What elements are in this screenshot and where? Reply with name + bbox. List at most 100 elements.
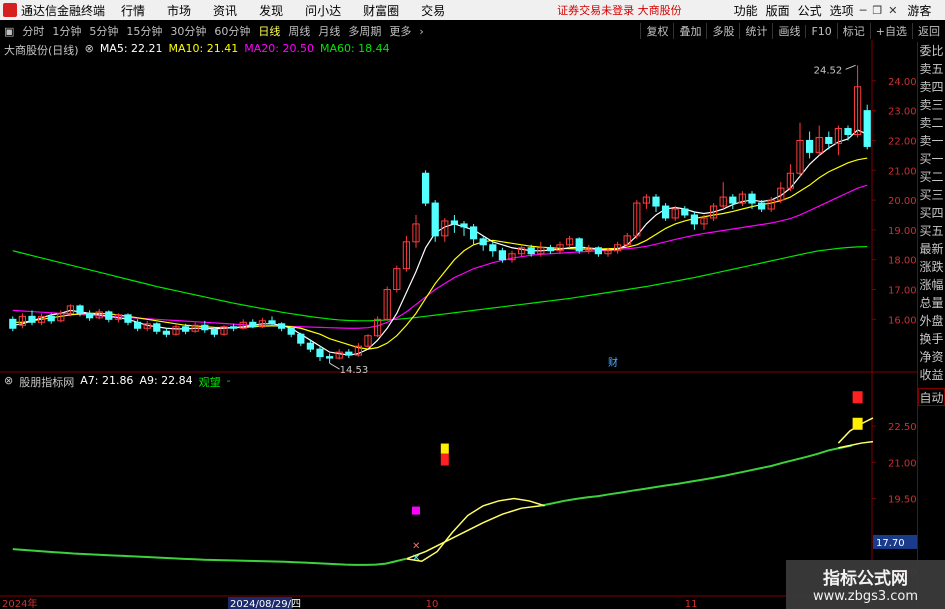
candle bbox=[18, 313, 27, 329]
period-intraday[interactable]: 分时 bbox=[22, 23, 44, 39]
signal-magenta-block bbox=[412, 506, 420, 515]
period-1min[interactable]: 1分钟 bbox=[52, 23, 81, 39]
app-title: 通达信金融终端 bbox=[21, 3, 106, 18]
low-pointer bbox=[329, 362, 340, 370]
menu-news[interactable]: 资讯 bbox=[213, 2, 237, 19]
sub-legend-tail: - bbox=[226, 374, 231, 387]
candle-body bbox=[729, 196, 737, 204]
quote-field-label: 买一 bbox=[919, 152, 944, 166]
period-daily[interactable]: 日线 bbox=[258, 23, 280, 39]
menu-trade[interactable]: 交易 bbox=[421, 2, 445, 19]
candle bbox=[796, 122, 804, 177]
candle-body bbox=[287, 327, 295, 335]
candle bbox=[489, 241, 497, 257]
candle-body bbox=[825, 136, 833, 144]
candle bbox=[124, 313, 132, 326]
candle bbox=[229, 323, 238, 332]
menu-ask[interactable]: 问小达 bbox=[305, 2, 341, 19]
quote-field-label: 买四 bbox=[919, 206, 944, 220]
menu-quotes[interactable]: 行情 bbox=[121, 2, 145, 19]
minimize-icon[interactable]: ─ bbox=[860, 4, 867, 17]
more-chevron-icon[interactable]: › bbox=[419, 25, 423, 38]
restore-icon[interactable]: ❐ bbox=[872, 4, 882, 17]
candle bbox=[258, 317, 267, 329]
quote-field-label: 最新 bbox=[919, 242, 944, 256]
legend-toggle-icon[interactable]: ⊗ bbox=[85, 42, 94, 58]
date-month-10: 10 bbox=[426, 599, 439, 609]
candle-body bbox=[325, 356, 334, 359]
auto-button[interactable]: 自动 bbox=[918, 388, 945, 406]
login-notice[interactable]: 证券交易未登录 大商股份 bbox=[557, 2, 682, 18]
menu-formula[interactable]: 公式 bbox=[798, 2, 822, 19]
candle bbox=[508, 250, 516, 263]
price-axis-labels: 16.00 17.00 18.00 19.00 20.00 21.00 22.00 23.00… bbox=[872, 77, 917, 326]
candle-body bbox=[124, 314, 132, 323]
btn-overlay[interactable]: 叠加 bbox=[673, 23, 706, 39]
sub-indicator-name[interactable]: 股朋指标网 bbox=[19, 374, 74, 390]
candle-body bbox=[469, 226, 478, 240]
kline-chart-svg[interactable]: 16.00 17.00 18.00 19.00 20.00 21.00 22.00 23.00… bbox=[0, 40, 917, 609]
candle-body bbox=[249, 321, 257, 328]
candle bbox=[364, 334, 372, 348]
legend-ma5: MA5: 22.21 bbox=[99, 42, 163, 55]
candle bbox=[421, 170, 430, 207]
candle bbox=[450, 214, 459, 233]
period-weekly[interactable]: 周线 bbox=[288, 23, 310, 39]
btn-draw[interactable]: 画线 bbox=[772, 23, 805, 39]
menu-wealth[interactable]: 财富圈 bbox=[363, 2, 399, 19]
quote-field-list: 委比 卖五 卖四 卖三 卖二 卖一 买一 买二 买三 买四 买五 最新 涨跌 涨幅 总量 外盘 换手 净资 收益 bbox=[918, 42, 945, 384]
sub-green-line bbox=[12, 548, 407, 566]
btn-back[interactable]: 返回 bbox=[912, 23, 945, 39]
candle-body bbox=[162, 330, 171, 335]
candle-body bbox=[546, 247, 555, 252]
period-30min[interactable]: 30分钟 bbox=[170, 23, 206, 39]
price-tick-label: 21.00 bbox=[888, 166, 917, 177]
price-tick-label: 16.00 bbox=[888, 315, 917, 326]
low-price-label: 14.53 bbox=[340, 365, 369, 376]
menu-options[interactable]: 选项 bbox=[830, 2, 854, 19]
btn-add-watchlist[interactable]: +自选 bbox=[869, 23, 912, 39]
candle bbox=[479, 235, 487, 251]
sub-tick-label: 19.50 bbox=[888, 495, 917, 506]
menu-function[interactable]: 功能 bbox=[734, 2, 758, 19]
candle-body bbox=[297, 333, 305, 344]
menu-layout[interactable]: 版面 bbox=[766, 2, 790, 19]
high-price-label: 24.52 bbox=[814, 65, 843, 76]
candle bbox=[297, 332, 305, 347]
period-5min[interactable]: 5分钟 bbox=[89, 23, 118, 39]
candle bbox=[777, 182, 785, 204]
period-60min[interactable]: 60分钟 bbox=[214, 23, 250, 39]
sub-legend-toggle-icon[interactable]: ⊗ bbox=[4, 374, 13, 390]
candle-body bbox=[229, 326, 238, 329]
period-more[interactable]: 更多 bbox=[389, 23, 411, 39]
candle bbox=[277, 322, 286, 332]
ma10-path bbox=[12, 157, 868, 350]
period-15min[interactable]: 15分钟 bbox=[126, 23, 162, 39]
period-monthly[interactable]: 月线 bbox=[318, 23, 340, 39]
menu-toggle-icon[interactable]: ▣ bbox=[4, 25, 14, 38]
sub-green-upper-line bbox=[540, 444, 853, 507]
quote-field-label: 买二 bbox=[919, 170, 944, 184]
btn-mark[interactable]: 标记 bbox=[836, 23, 870, 39]
menu-discover[interactable]: 发现 bbox=[259, 2, 283, 19]
close-icon[interactable]: ✕ bbox=[888, 4, 897, 17]
kline-chart-area[interactable]: 16.00 17.00 18.00 19.00 20.00 21.00 22.00 23.00… bbox=[0, 40, 917, 609]
tail-red-block bbox=[852, 391, 863, 404]
period-multi[interactable]: 多周期 bbox=[348, 23, 381, 39]
stock-name[interactable]: 大商股份(日线) bbox=[4, 42, 79, 58]
btn-f10[interactable]: F10 bbox=[805, 24, 836, 38]
guest-label[interactable]: 游客 bbox=[907, 2, 931, 19]
candle bbox=[834, 125, 843, 156]
candle bbox=[383, 286, 391, 321]
tail-yellow-block bbox=[852, 417, 863, 430]
candle bbox=[681, 206, 689, 218]
candle-body bbox=[652, 196, 660, 207]
btn-adjust[interactable]: 复权 bbox=[640, 23, 673, 39]
candle bbox=[210, 328, 219, 338]
toolbar-right-group: 复权 叠加 多股 统计 画线 F10 标记 +自选 返回 bbox=[640, 22, 945, 40]
sub-yellow-line-b bbox=[406, 505, 541, 560]
menu-market[interactable]: 市场 bbox=[167, 2, 191, 19]
btn-stats[interactable]: 统计 bbox=[739, 23, 772, 39]
btn-multi-stock[interactable]: 多股 bbox=[706, 23, 739, 39]
candle bbox=[268, 316, 276, 326]
